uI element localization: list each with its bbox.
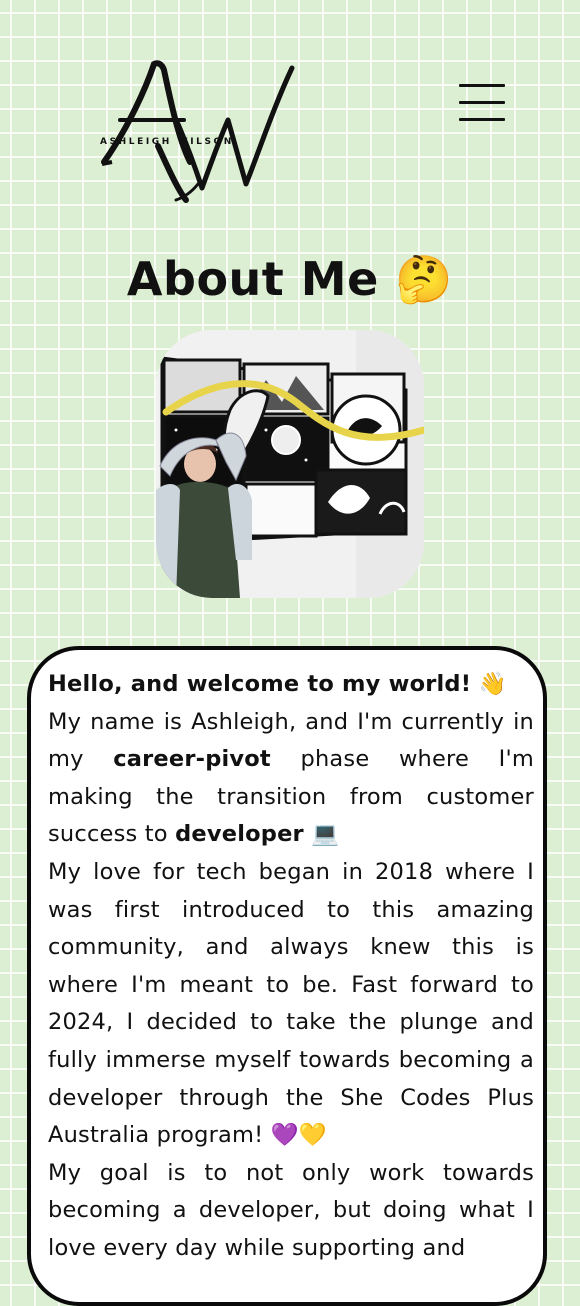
- page-title: About Me 🤔: [0, 252, 580, 307]
- story-text: My love for tech began in 2018 where I w…: [48, 858, 534, 1149]
- career-pivot-text: career-pivot: [113, 746, 271, 773]
- about-text: Hello, and welcome to my world! 👋 My nam…: [48, 666, 534, 1268]
- hearts-icon: 💜💛: [270, 1122, 328, 1149]
- aw-monogram-logo: [101, 60, 295, 203]
- page-title-text: About Me: [126, 252, 379, 306]
- story-paragraph: My love for tech began in 2018 where I w…: [48, 854, 534, 1155]
- hamburger-menu-button[interactable]: [456, 80, 508, 126]
- waving-hand-icon: 👋: [478, 671, 507, 697]
- thinking-face-icon: 🤔: [395, 252, 454, 306]
- logo[interactable]: ASHLEIGH WILSON: [98, 58, 298, 206]
- logo-wordmark: ASHLEIGH WILSON: [100, 137, 234, 147]
- mural-photo-illustration: [156, 330, 424, 598]
- goal-text: My goal is to not only work towards beco…: [48, 1159, 534, 1261]
- about-card: Hello, and welcome to my world! 👋 My nam…: [27, 646, 547, 1306]
- laptop-icon: 💻: [311, 821, 340, 848]
- developer-text: developer: [175, 821, 304, 848]
- profile-photo: [156, 330, 424, 598]
- goal-paragraph: My goal is to not only work towards beco…: [48, 1155, 534, 1268]
- intro-paragraph: My name is Ashleigh, and I'm currently i…: [48, 704, 534, 854]
- greeting-text: Hello, and welcome to my world!: [48, 671, 472, 697]
- greeting-paragraph: Hello, and welcome to my world! 👋: [48, 666, 534, 704]
